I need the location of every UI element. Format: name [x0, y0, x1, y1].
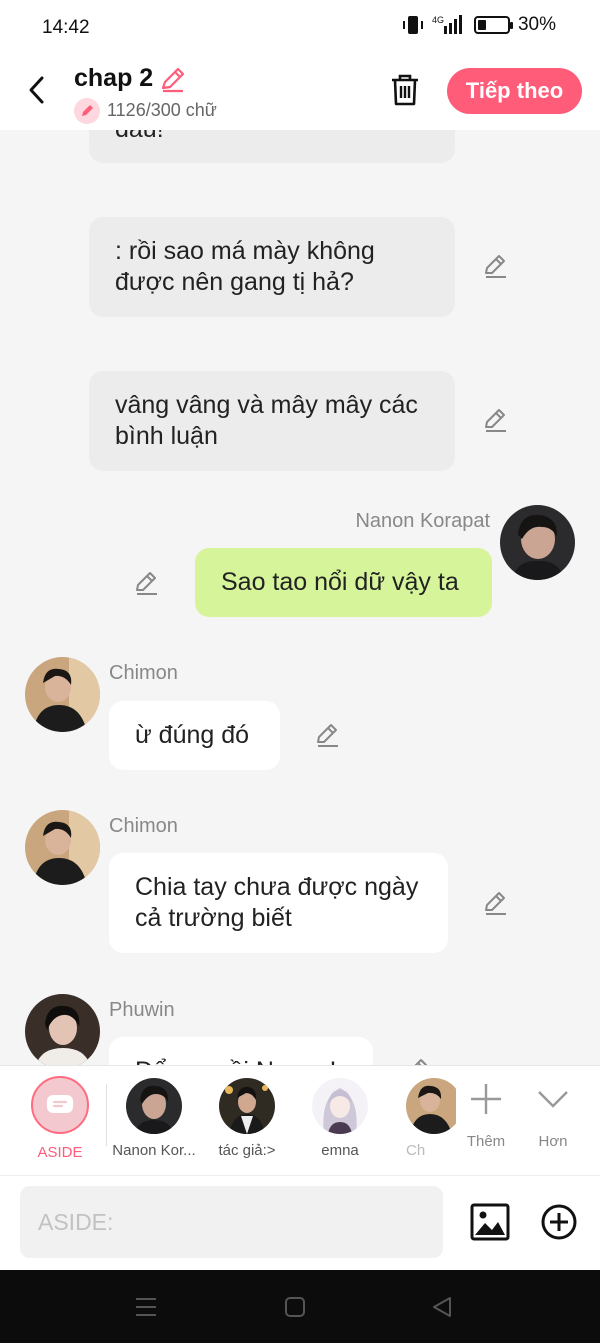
message-bubble[interactable]: đâu!: [89, 130, 455, 163]
message-bubble[interactable]: : rồi sao má mày không được nên gang tị …: [89, 217, 455, 317]
battery-percent: 30%: [517, 14, 556, 35]
add-circle-icon[interactable]: [540, 1203, 578, 1241]
message-text: Sao tao nổi dữ vậy ta: [221, 568, 459, 596]
edit-message-icon[interactable]: [404, 1056, 432, 1065]
edit-message-icon[interactable]: [133, 569, 161, 597]
chevron-down-icon: [538, 1091, 568, 1108]
avatar[interactable]: [500, 505, 575, 580]
system-nav-bar: [0, 1270, 600, 1343]
character-label: Nanon Kor...: [112, 1142, 196, 1159]
character-author[interactable]: tác giả:>: [201, 1078, 293, 1159]
message-bubble[interactable]: Chia tay chưa được ngày cả trường biết: [109, 853, 448, 953]
status-icons: 4G 30%: [402, 14, 556, 36]
message-text: đâu!: [115, 130, 164, 145]
avatar: [406, 1078, 456, 1134]
avatar: [219, 1078, 275, 1134]
word-count-badge: [74, 98, 100, 124]
sender-name: Phuwin: [109, 999, 175, 1021]
avatar[interactable]: [25, 657, 100, 732]
edit-message-icon[interactable]: [482, 252, 510, 280]
edit-message-icon[interactable]: [482, 406, 510, 434]
back-arrow-icon[interactable]: [22, 70, 52, 110]
plus-icon: [471, 1084, 501, 1114]
chat-bubble-icon: [47, 1095, 73, 1113]
avatar[interactable]: [25, 994, 100, 1065]
status-time: 14:42: [42, 17, 90, 38]
message-text: Chia tay chưa được ngày cả trường biết: [135, 873, 419, 932]
back-icon[interactable]: [430, 1295, 454, 1319]
divider: [106, 1084, 107, 1146]
edit-message-icon[interactable]: [482, 889, 510, 917]
word-count: 1126/300 chữ: [107, 100, 217, 120]
message-text: vâng vâng và mây mây các bình luận: [115, 391, 418, 450]
aside-avatar: [31, 1076, 89, 1134]
chat-area[interactable]: đâu! : rồi sao má mày không được nên gan…: [0, 130, 600, 1065]
edit-title-icon[interactable]: [158, 64, 188, 94]
status-bar: 14:42 4G 30%: [0, 0, 600, 54]
more-label: Hơn: [538, 1133, 568, 1150]
character-label: emna: [321, 1142, 359, 1159]
character-nanon[interactable]: Nanon Kor...: [108, 1078, 200, 1159]
vibrate-icon: [402, 16, 423, 34]
chapter-title[interactable]: chap 2: [74, 64, 153, 93]
character-emna[interactable]: emna: [294, 1078, 386, 1159]
editor-header: chap 2 1126/300 chữ Tiếp theo: [0, 54, 600, 130]
avatar: [126, 1078, 182, 1134]
sender-name: Nanon Korapat: [355, 510, 490, 532]
character-label: ASIDE: [37, 1144, 83, 1161]
input-bar: [0, 1175, 600, 1270]
avatar: [312, 1078, 368, 1134]
battery-icon: [473, 16, 513, 34]
pencil-icon: [82, 105, 93, 116]
add-label: Thêm: [466, 1133, 506, 1150]
character-bar: ASIDE Nanon Kor... tác giả:> emna Chi Th…: [0, 1065, 600, 1176]
character-label: Chi: [406, 1142, 426, 1159]
sender-name: Chimon: [109, 662, 178, 684]
message-bubble[interactable]: Để nay rồi Nanon!: [109, 1037, 373, 1065]
message-bubble[interactable]: vâng vâng và mây mây các bình luận: [89, 371, 455, 471]
avatar[interactable]: [25, 810, 100, 885]
message-bubble[interactable]: ừ đúng đó: [109, 701, 280, 770]
more-characters[interactable]: Hơn: [522, 1066, 584, 1176]
add-character[interactable]: Thêm: [456, 1066, 516, 1176]
message-text: ừ đúng đó: [135, 721, 250, 749]
next-button[interactable]: Tiếp theo: [447, 68, 582, 114]
message-text: Để nay rồi Nanon!: [135, 1056, 337, 1065]
message-input[interactable]: [20, 1186, 443, 1258]
character-aside[interactable]: ASIDE: [14, 1076, 106, 1161]
character-chimon[interactable]: Chi: [376, 1078, 456, 1159]
image-icon[interactable]: [470, 1203, 510, 1241]
character-label: tác giả:>: [218, 1142, 276, 1159]
edit-message-icon[interactable]: [314, 721, 342, 749]
home-icon[interactable]: [284, 1296, 306, 1318]
trash-icon[interactable]: [388, 72, 422, 108]
message-text: : rồi sao má mày không được nên gang tị …: [115, 237, 375, 296]
svg-text:4G: 4G: [432, 15, 444, 25]
menu-icon[interactable]: [134, 1296, 158, 1318]
sender-name: Chimon: [109, 815, 178, 837]
signal-icon: 4G: [432, 15, 462, 34]
message-bubble[interactable]: Sao tao nổi dữ vậy ta: [195, 548, 492, 617]
